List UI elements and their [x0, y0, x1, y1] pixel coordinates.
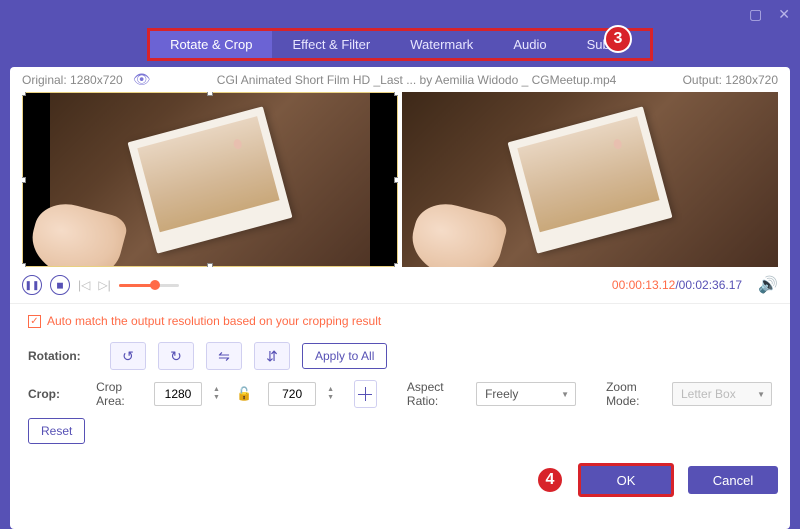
filename-label: CGI Animated Short Film HD _Last ... by …	[151, 73, 683, 87]
crop-area-label: Crop Area:	[96, 380, 142, 408]
lock-aspect-icon[interactable]: 🔓	[236, 386, 252, 402]
tab-rotate-crop[interactable]: Rotate & Crop	[150, 31, 272, 58]
crop-height-input[interactable]	[268, 382, 316, 406]
controls-area: ✓ Auto match the output resolution based…	[10, 304, 790, 464]
aspect-ratio-select[interactable]: Freely	[476, 382, 576, 406]
tab-bar: Rotate & Crop Effect & Filter Watermark …	[147, 28, 653, 61]
aspect-ratio-label: Aspect Ratio:	[407, 380, 464, 408]
crop-label: Crop:	[28, 387, 84, 401]
auto-match-label: Auto match the output resolution based o…	[47, 314, 381, 328]
time-total: 00:02:36.17	[679, 278, 742, 292]
rotation-label: Rotation:	[28, 349, 98, 363]
ok-button[interactable]: OK	[578, 463, 674, 497]
zoom-mode-label: Zoom Mode:	[606, 380, 660, 408]
annotation-step-4: 4	[536, 466, 564, 494]
rotation-row: Rotation: ↺ ↻ ⇋ ⇵ Apply to All	[28, 342, 772, 370]
seek-slider[interactable]	[119, 284, 179, 287]
crop-row: Crop: Crop Area: ▲▼ 🔓 ▲▼ Aspect Ratio: F…	[28, 380, 772, 408]
pause-button[interactable]: ❚❚	[22, 275, 42, 295]
rotate-right-icon[interactable]: ↻	[158, 342, 194, 370]
flip-horizontal-icon[interactable]: ⇋	[206, 342, 242, 370]
output-resolution-label: Output: 1280x720	[683, 73, 778, 87]
info-bar: Original: 1280x720 👁 CGI Animated Short …	[10, 67, 790, 92]
zoom-mode-select[interactable]: Letter Box	[672, 382, 772, 406]
preview-original[interactable]	[22, 92, 398, 267]
annotation-step-3: 3	[604, 25, 632, 53]
tab-effect-filter[interactable]: Effect & Filter	[272, 31, 390, 58]
minimize-button[interactable]: ▢	[749, 6, 762, 23]
footer: 4 OK Cancel	[536, 463, 778, 497]
prev-frame-button[interactable]: |◁	[78, 278, 90, 292]
close-button[interactable]: ✕	[778, 6, 790, 23]
preview-row	[10, 92, 790, 267]
apply-to-all-button[interactable]: Apply to All	[302, 343, 387, 369]
crop-position-icon[interactable]	[354, 380, 377, 408]
auto-match-row[interactable]: ✓ Auto match the output resolution based…	[28, 314, 772, 328]
preview-output	[402, 92, 778, 267]
preview-eye-icon[interactable]: 👁	[133, 71, 151, 88]
crop-width-input[interactable]	[154, 382, 202, 406]
reset-button[interactable]: Reset	[28, 418, 85, 444]
titlebar: ▢ ✕	[0, 0, 800, 28]
stop-button[interactable]: ◼	[50, 275, 70, 295]
tabs-container: Rotate & Crop Effect & Filter Watermark …	[0, 28, 800, 61]
time-current: 00:00:13.12	[612, 278, 675, 292]
tab-watermark[interactable]: Watermark	[390, 31, 493, 58]
width-spinner[interactable]: ▲▼	[213, 386, 220, 402]
timecode: 00:00:13.12/00:02:36.17	[612, 278, 742, 292]
cancel-button[interactable]: Cancel	[688, 466, 778, 494]
flip-vertical-icon[interactable]: ⇵	[254, 342, 290, 370]
auto-match-checkbox[interactable]: ✓	[28, 315, 41, 328]
volume-icon[interactable]: 🔊	[758, 275, 778, 295]
rotate-left-icon[interactable]: ↺	[110, 342, 146, 370]
content-panel: Original: 1280x720 👁 CGI Animated Short …	[10, 67, 790, 529]
reset-row: Reset	[28, 418, 772, 444]
tab-audio[interactable]: Audio	[493, 31, 566, 58]
original-resolution-label: Original: 1280x720	[22, 73, 123, 87]
height-spinner[interactable]: ▲▼	[327, 386, 334, 402]
next-frame-button[interactable]: ▷|	[98, 278, 110, 292]
playbar: ❚❚ ◼ |◁ ▷| 00:00:13.12/00:02:36.17 🔊	[10, 267, 790, 304]
